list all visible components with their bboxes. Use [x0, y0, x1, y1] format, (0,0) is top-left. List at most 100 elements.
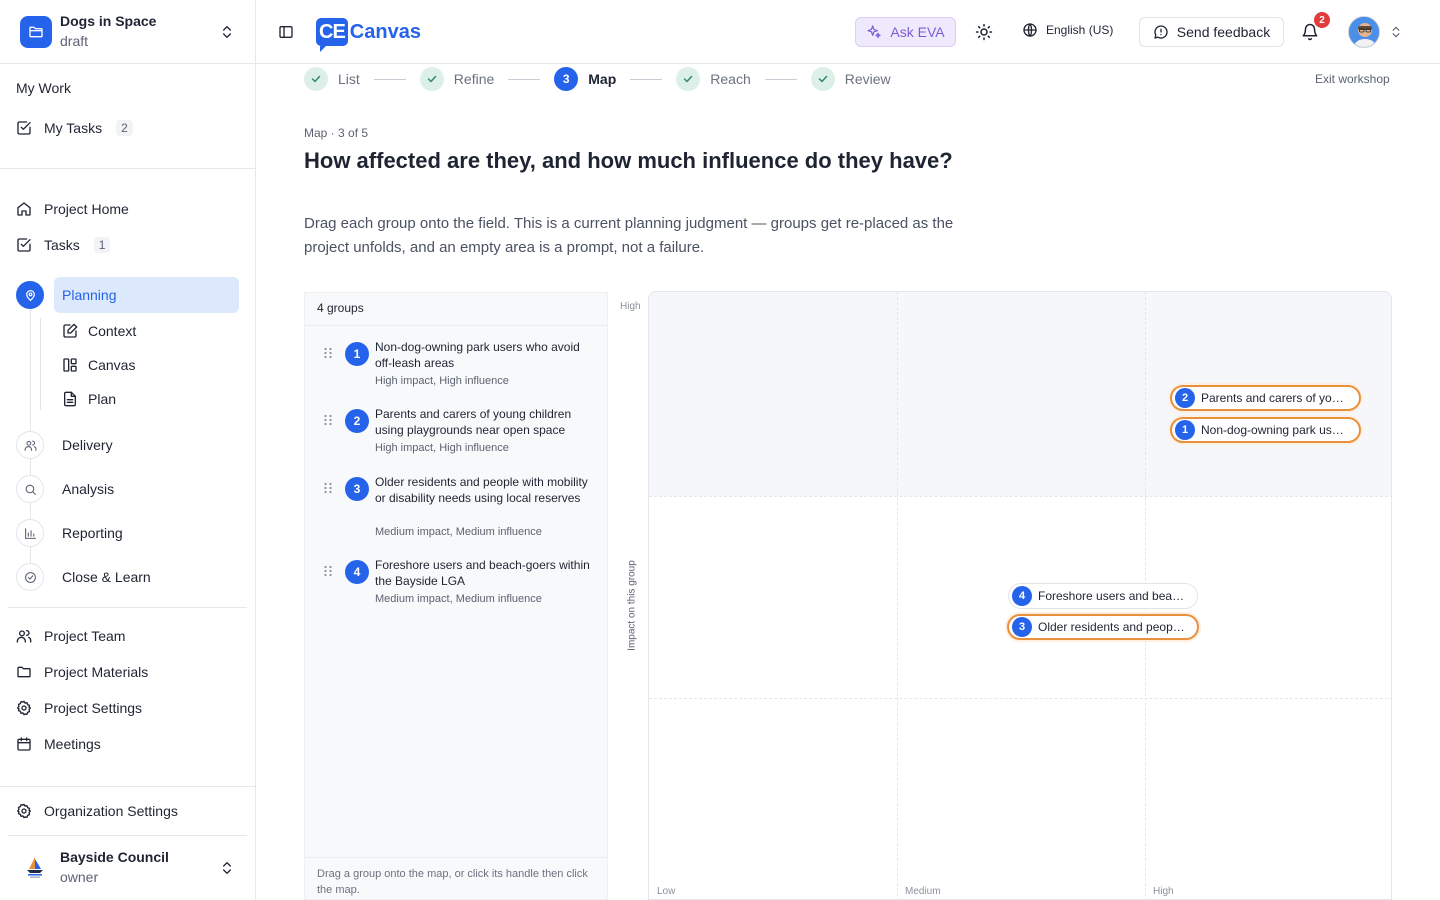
sidebar-item-label: Canvas	[88, 357, 136, 373]
notification-count-badge: 2	[1314, 12, 1330, 28]
grid-line	[649, 496, 1391, 497]
step-number: 3	[554, 67, 579, 91]
page-description: Drag each group onto the field. This is …	[304, 215, 954, 256]
ask-eva-label: Ask EVA	[890, 24, 945, 40]
x-axis-tick-high: High	[1153, 886, 1174, 897]
phase-analysis[interactable]: Analysis	[16, 475, 114, 503]
theme-toggle-sun-icon[interactable]	[975, 23, 993, 41]
sidebar-item-organization-settings[interactable]: Organization Settings	[16, 799, 178, 823]
step-map[interactable]: 3 Map	[554, 67, 616, 91]
sidebar-item-context[interactable]: Context	[62, 321, 136, 341]
sidebar-item-project-home[interactable]: Project Home	[16, 197, 129, 221]
influence-impact-map[interactable]: Low Medium High 2 Parents and carers of …	[648, 291, 1392, 900]
send-feedback-label: Send feedback	[1176, 24, 1271, 40]
group-item[interactable]: 4 Foreshore users and beach-goers within…	[317, 557, 599, 613]
sidebar-item-label: Project Team	[44, 628, 126, 644]
sidebar: Dogs in Space draft My Work My Tasks 2 P…	[0, 0, 256, 900]
group-name: Foreshore users and beach-goers within t…	[375, 558, 590, 588]
group-name: Older residents and people with mobility…	[375, 475, 588, 505]
divider	[8, 607, 247, 608]
group-item[interactable]: 1 Non-dog-owning park users who avoid of…	[317, 339, 599, 395]
drag-handle-icon[interactable]	[323, 347, 333, 359]
step-label: Review	[844, 71, 891, 87]
send-feedback-button[interactable]: Send feedback	[1139, 17, 1284, 47]
step-review[interactable]: Review	[810, 67, 891, 91]
x-axis-tick-medium: Medium	[905, 886, 941, 897]
sidebar-item-project-team[interactable]: Project Team	[16, 624, 125, 648]
step-connector	[630, 78, 663, 80]
groups-hint: Drag a group onto the map, or click its …	[305, 857, 607, 900]
step-refine[interactable]: Refine	[419, 67, 494, 91]
gear-icon	[17, 803, 31, 819]
chevron-up-down-icon[interactable]	[1389, 24, 1403, 40]
sidebar-item-project-settings[interactable]: Project Settings	[16, 696, 142, 720]
group-number-badge: 2	[1175, 388, 1195, 408]
drag-handle-icon[interactable]	[323, 482, 333, 494]
group-number-badge: 3	[345, 477, 369, 501]
phase-reporting[interactable]: Reporting	[16, 519, 123, 547]
sidebar-item-project-materials[interactable]: Project Materials	[16, 660, 148, 684]
step-connector	[508, 78, 541, 80]
map-group-chip[interactable]: 3 Older residents and peopl…	[1007, 614, 1199, 640]
sidebar-item-label: Plan	[88, 391, 117, 407]
search-icon	[16, 475, 44, 503]
users-icon	[16, 431, 44, 459]
chip-label: Foreshore users and beac…	[1038, 589, 1187, 603]
step-reach[interactable]: Reach	[676, 67, 751, 91]
sidebar-item-label: Meetings	[44, 736, 101, 752]
drag-handle-icon[interactable]	[323, 414, 333, 426]
step-list[interactable]: List	[304, 67, 360, 91]
organization-role: owner	[60, 869, 99, 885]
grid-line	[649, 698, 1391, 699]
sidebar-toggle-icon[interactable]	[278, 24, 294, 40]
step-connector	[764, 78, 797, 80]
group-number-badge: 1	[1175, 420, 1195, 440]
group-item[interactable]: 3 Older residents and people with mobili…	[317, 474, 599, 544]
phase-delivery[interactable]: Delivery	[16, 431, 113, 459]
drag-handle-icon[interactable]	[323, 565, 333, 577]
sidebar-item-canvas[interactable]: Canvas	[62, 355, 135, 375]
edit-icon	[63, 323, 78, 338]
workshop-stepper: List Refine 3 Map Reach Review	[304, 67, 891, 91]
sidebar-item-label: Project Home	[44, 201, 129, 217]
map-group-chip[interactable]: 2 Parents and carers of you…	[1170, 385, 1361, 411]
avatar[interactable]	[1348, 16, 1380, 48]
users-icon	[16, 630, 32, 643]
phase-label: Close & Learn	[62, 569, 151, 585]
step-connector	[373, 78, 406, 80]
document-icon	[64, 391, 76, 407]
app-logo[interactable]: CE Canvas	[316, 16, 421, 52]
groups-panel: 4 groups 1 Non-dog-owning park users who…	[304, 292, 608, 900]
divider	[0, 168, 255, 169]
bar-chart-icon	[16, 519, 44, 547]
ask-eva-button[interactable]: Ask EVA	[855, 17, 956, 47]
group-name: Parents and carers of young children usi…	[375, 407, 572, 437]
language-label: English (US)	[1046, 23, 1114, 37]
sidebar-item-label: Context	[88, 323, 137, 339]
x-axis-tick-low: Low	[657, 886, 676, 897]
group-number-badge: 3	[1012, 617, 1032, 637]
language-selector[interactable]: English (US)	[1022, 22, 1113, 38]
sidebar-item-plan[interactable]: Plan	[62, 389, 116, 409]
phase-label: Delivery	[62, 437, 113, 453]
y-axis-label: Impact on this group	[626, 560, 638, 651]
phase-close-learn[interactable]: Close & Learn	[16, 563, 151, 591]
map-group-chip[interactable]: 4 Foreshore users and beac…	[1008, 583, 1198, 609]
check-circle-icon	[16, 563, 44, 591]
layout-icon	[63, 358, 77, 372]
sparkles-icon	[867, 25, 881, 38]
project-switcher[interactable]: Dogs in Space draft	[0, 0, 255, 64]
group-item[interactable]: 2 Parents and carers of young children u…	[317, 406, 599, 462]
chevron-up-down-icon[interactable]	[219, 24, 235, 40]
sidebar-item-tasks[interactable]: Tasks 1	[16, 233, 111, 257]
check-icon	[304, 67, 328, 91]
step-label: List	[338, 71, 360, 87]
phase-label: Planning	[62, 287, 117, 303]
sidebar-item-meetings[interactable]: Meetings	[16, 732, 101, 756]
count-badge: 2	[116, 120, 133, 136]
phase-planning[interactable]: Planning	[16, 281, 117, 309]
sidebar-item-my-tasks[interactable]: My Tasks 2	[16, 116, 133, 140]
exit-workshop-link[interactable]: Exit workshop	[1315, 72, 1390, 86]
map-group-chip[interactable]: 1 Non-dog-owning park use…	[1170, 417, 1361, 443]
chevron-up-down-icon[interactable]	[219, 860, 235, 876]
